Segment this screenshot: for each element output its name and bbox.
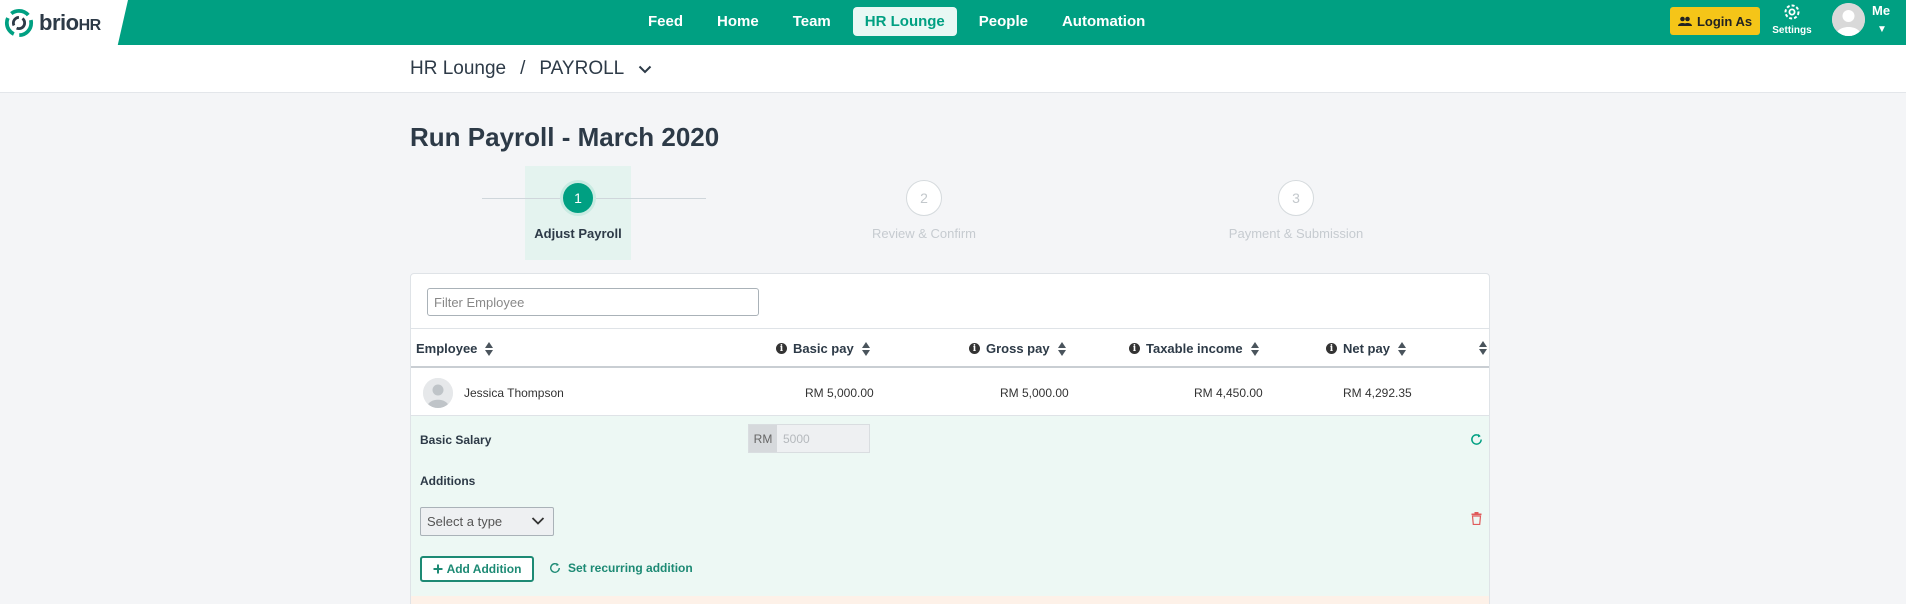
main-nav: Feed Home Team HR Lounge People Automati… bbox=[636, 7, 1167, 36]
basic-salary-label: Basic Salary bbox=[420, 433, 492, 447]
breadcrumb-separator: / bbox=[520, 58, 526, 79]
top-navbar: brioHR Feed Home Team HR Lounge People A… bbox=[0, 0, 1906, 45]
basic-salary-input: 5000 bbox=[777, 425, 869, 452]
sort-icon[interactable] bbox=[1250, 341, 1260, 356]
step-3-label: Payment & Submission bbox=[1228, 226, 1364, 241]
settings-label: Settings bbox=[1772, 25, 1812, 36]
nav-team[interactable]: Team bbox=[781, 7, 843, 36]
col-net-label: Net pay bbox=[1343, 341, 1390, 356]
sort-icon[interactable] bbox=[861, 341, 871, 356]
set-recurring-label: Set recurring addition bbox=[568, 561, 693, 575]
step-1-label: Adjust Payroll bbox=[534, 226, 622, 241]
sort-icon[interactable] bbox=[485, 341, 494, 356]
sort-icon[interactable] bbox=[1057, 341, 1067, 356]
step-2-circle: 2 bbox=[906, 180, 942, 216]
user-avatar-icon bbox=[1832, 3, 1865, 36]
col-basic-label: Basic pay bbox=[793, 341, 854, 356]
basic-salary-field: RM 5000 bbox=[748, 424, 870, 453]
next-section-strip bbox=[411, 596, 1489, 604]
add-addition-label: Add Addition bbox=[446, 562, 522, 576]
table-header: Employee i Basic pay i Gross pay i Taxab… bbox=[411, 328, 1489, 368]
employee-detail-panel: Basic Salary RM 5000 Additions Select a … bbox=[411, 416, 1489, 596]
col-taxable-income[interactable]: i Taxable income bbox=[1129, 341, 1260, 356]
step-1-circle[interactable]: 1 bbox=[560, 180, 596, 216]
col-basic-pay[interactable]: i Basic pay bbox=[776, 341, 871, 356]
nav-feed[interactable]: Feed bbox=[636, 7, 695, 36]
page-title: Run Payroll - March 2020 bbox=[410, 122, 720, 152]
add-addition-button[interactable]: Add Addition bbox=[420, 556, 534, 582]
basic-pay-value: RM 5,000.00 bbox=[805, 386, 874, 400]
user-avatar-icon bbox=[423, 378, 453, 408]
settings-button[interactable]: Settings bbox=[1769, 2, 1815, 36]
payroll-card: Employee i Basic pay i Gross pay i Taxab… bbox=[410, 273, 1490, 604]
col-gross-pay[interactable]: i Gross pay bbox=[969, 341, 1067, 356]
sort-icon[interactable] bbox=[1397, 341, 1407, 356]
col-taxable-label: Taxable income bbox=[1146, 341, 1243, 356]
net-pay-value: RM 4,292.35 bbox=[1343, 386, 1412, 400]
nav-automation[interactable]: Automation bbox=[1050, 7, 1157, 36]
gear-icon bbox=[1784, 4, 1800, 20]
info-icon[interactable]: i bbox=[776, 343, 787, 354]
set-recurring-addition-link[interactable]: Set recurring addition bbox=[549, 561, 693, 575]
breadcrumb-bar: HR Lounge / PAYROLL bbox=[0, 45, 1906, 93]
nav-home[interactable]: Home bbox=[705, 7, 771, 36]
sort-icon[interactable] bbox=[1479, 341, 1488, 355]
user-menu-label[interactable]: Me bbox=[1872, 3, 1890, 18]
taxable-income-value: RM 4,450.00 bbox=[1194, 386, 1263, 400]
user-avatar[interactable] bbox=[1832, 3, 1865, 36]
breadcrumb-current[interactable]: PAYROLL bbox=[539, 58, 624, 80]
info-icon[interactable]: i bbox=[969, 343, 980, 354]
chevron-down-icon bbox=[531, 517, 545, 525]
filter-employee-input[interactable] bbox=[427, 288, 759, 316]
employee-name[interactable]: Jessica Thompson bbox=[464, 386, 564, 400]
breadcrumb: HR Lounge / PAYROLL bbox=[410, 58, 652, 80]
col-net-pay[interactable]: i Net pay bbox=[1326, 341, 1407, 356]
trash-icon[interactable] bbox=[1471, 512, 1482, 525]
login-as-button[interactable]: Login As bbox=[1670, 7, 1760, 35]
col-employee-label: Employee bbox=[416, 341, 478, 356]
addition-type-select[interactable]: Select a type bbox=[420, 507, 554, 536]
col-employee[interactable]: Employee bbox=[416, 341, 494, 356]
refresh-icon[interactable] bbox=[1470, 433, 1483, 446]
chevron-down-icon[interactable]: ▼ bbox=[1877, 24, 1887, 35]
nav-people[interactable]: People bbox=[967, 7, 1040, 36]
brand-logo[interactable]: brioHR bbox=[0, 0, 128, 45]
plus-icon bbox=[433, 564, 443, 574]
login-as-label: Login As bbox=[1696, 13, 1753, 29]
logo-icon bbox=[4, 8, 34, 37]
employee-avatar bbox=[423, 378, 453, 408]
col-actions[interactable] bbox=[1471, 341, 1488, 355]
nav-hr-lounge[interactable]: HR Lounge bbox=[852, 7, 957, 36]
brand-name: brioHR bbox=[39, 9, 101, 35]
step-2-label: Review & Confirm bbox=[871, 226, 977, 241]
users-icon bbox=[1677, 16, 1692, 26]
info-icon[interactable]: i bbox=[1129, 343, 1140, 354]
step-3-circle: 3 bbox=[1278, 180, 1314, 216]
select-type-value: Select a type bbox=[427, 514, 503, 529]
chevron-down-icon[interactable] bbox=[638, 65, 652, 74]
gross-pay-value: RM 5,000.00 bbox=[1000, 386, 1069, 400]
currency-addon: RM bbox=[749, 425, 777, 452]
refresh-icon bbox=[550, 562, 560, 573]
additions-label: Additions bbox=[420, 474, 476, 488]
col-gross-label: Gross pay bbox=[986, 341, 1050, 356]
info-icon[interactable]: i bbox=[1326, 343, 1337, 354]
breadcrumb-parent[interactable]: HR Lounge bbox=[410, 58, 506, 80]
table-row[interactable]: Jessica Thompson RM 5,000.00 RM 5,000.00… bbox=[411, 370, 1489, 416]
